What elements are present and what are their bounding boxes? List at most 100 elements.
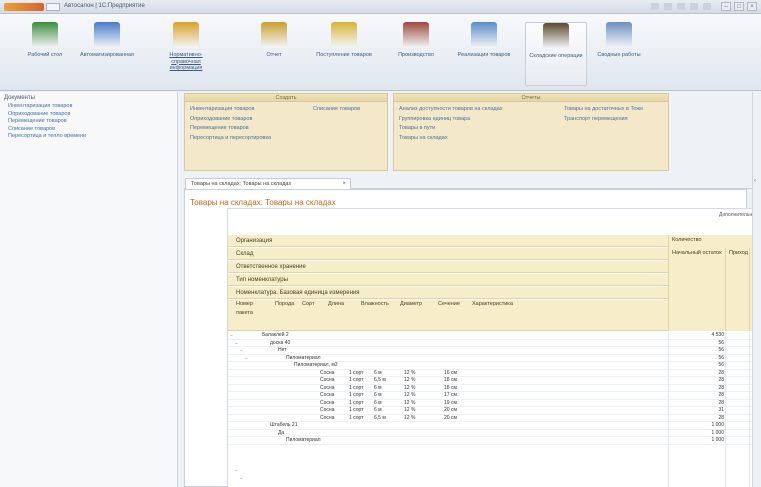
row-quantity: 28 bbox=[718, 399, 724, 406]
create-panel: Создать Инвентаризация товаров Оприходов… bbox=[184, 93, 388, 171]
collapse-icon[interactable]: − bbox=[240, 476, 243, 482]
tab-label: Товары на складах: Товары на складах bbox=[191, 181, 292, 187]
report-header: Организация Склад Ответственное хранение Ти… bbox=[228, 235, 761, 331]
report-spreadsheet[interactable]: Дополнительно Организация Склад Ответствен… bbox=[227, 208, 761, 487]
group-row[interactable]: Пиломатериал 1 000 bbox=[228, 437, 761, 445]
report-content: Товары на складах: Товары на складах Доп… bbox=[184, 189, 761, 487]
purchases-icon bbox=[94, 22, 120, 48]
create-link[interactable]: Перемещение товаров bbox=[190, 124, 271, 134]
create-link[interactable]: Списание товаров bbox=[313, 105, 360, 115]
table-cell: 19 см bbox=[444, 399, 457, 406]
row-quantity: 56 bbox=[718, 362, 724, 368]
group-row[interactable]: Да 1 000 bbox=[228, 430, 761, 437]
settings-label[interactable]: Дополнительно bbox=[719, 212, 755, 218]
quantity-header: Количество bbox=[668, 235, 761, 248]
table-row[interactable]: Сосна 1 сорт 6,5 м 12 % 20 см 28 bbox=[228, 414, 761, 422]
header-row: Ответственное хранение bbox=[228, 261, 668, 273]
ribbon-button-production[interactable]: Производство bbox=[385, 22, 447, 86]
minimize-icon[interactable]: – bbox=[721, 2, 731, 11]
row-quantity: 4 530 bbox=[711, 332, 724, 338]
chevron-left-icon[interactable]: ‹ bbox=[754, 178, 760, 188]
ribbon-button-ref[interactable]: Нормативно-справочная информация bbox=[155, 22, 217, 86]
table-row[interactable]: Сосна 1 сорт 6 м 12 % 18 см 28 bbox=[228, 384, 761, 392]
ribbon-button-warehouse[interactable]: Складские операции bbox=[525, 22, 587, 86]
header-row: Тип номенклатуры bbox=[228, 274, 668, 286]
report-link[interactable]: Товары на достаточных в Тоже bbox=[564, 105, 643, 115]
table-cell: 12 % bbox=[404, 384, 416, 391]
row-quantity: 28 bbox=[718, 392, 724, 398]
table-cell: 12 % bbox=[404, 369, 416, 376]
maximize-icon[interactable]: □ bbox=[734, 2, 744, 11]
table-cell: 12 % bbox=[404, 377, 416, 383]
close-icon[interactable]: × bbox=[747, 2, 757, 11]
ribbon-button-sales[interactable]: Отчет bbox=[243, 22, 305, 86]
group-row[interactable]: Нет 56 bbox=[228, 347, 761, 355]
table-cell: 20 см bbox=[444, 407, 457, 413]
desktop-icon bbox=[32, 22, 58, 48]
tool-icon[interactable] bbox=[703, 3, 711, 10]
tool-icon[interactable] bbox=[651, 3, 659, 10]
group-row[interactable]: Пиломатериал, м3 56 bbox=[228, 362, 761, 370]
table-cell: 17 см bbox=[444, 392, 457, 398]
group-label: доска 40 bbox=[270, 339, 291, 346]
table-cell: 6 м bbox=[374, 369, 382, 376]
tool-icon[interactable] bbox=[664, 3, 672, 10]
report-link[interactable]: Анализ доступности товаров на складах bbox=[399, 105, 503, 115]
sidebar-item-inventory[interactable]: Инвентаризация товаров bbox=[4, 103, 173, 111]
sales-icon bbox=[261, 22, 287, 48]
table-cell: 12 % bbox=[404, 407, 416, 413]
ribbon-button-desktop[interactable]: Рабочий стол bbox=[14, 22, 76, 86]
table-cell: 16 см bbox=[444, 369, 457, 376]
table-row[interactable]: Сосна 1 сорт 6,5 м 12 % 18 см 28 bbox=[228, 377, 761, 385]
row-quantity: 56 bbox=[718, 354, 724, 361]
main-area: Создать Инвентаризация товаров Оприходов… bbox=[179, 92, 761, 487]
table-row[interactable]: Сосна 1 сорт 6 м 12 % 19 см 28 bbox=[228, 399, 761, 407]
tab-report[interactable]: Товары на складах: Товары на складах × bbox=[185, 178, 351, 189]
tool-icon[interactable] bbox=[677, 3, 685, 10]
production-icon bbox=[403, 22, 429, 48]
table-row[interactable]: Сосна 1 сорт 6 м 12 % 16 см 28 bbox=[228, 369, 761, 377]
row-quantity: 28 bbox=[718, 369, 724, 376]
sidebar-item-transfer[interactable]: Перемещение товаров bbox=[4, 118, 173, 126]
create-link[interactable]: Инвентаризация товаров bbox=[190, 105, 271, 115]
table-row[interactable]: Сосна 1 сорт 6 м 12 % 20 см 31 bbox=[228, 407, 761, 415]
quick-access-icon[interactable] bbox=[46, 3, 60, 11]
close-icon[interactable]: × bbox=[342, 179, 346, 189]
column-header: Номер пакета bbox=[236, 301, 253, 316]
header-row: Номенклатура. Базовая единица измерения bbox=[228, 287, 668, 299]
report-link[interactable]: Товары на складах bbox=[399, 134, 503, 144]
reports-panel: Отчеты Анализ доступности товаров на скл… bbox=[393, 93, 669, 171]
report-link[interactable]: Товары в пути bbox=[399, 124, 503, 134]
sidebar-item-regrading[interactable]: Пересортица и тепло времени bbox=[4, 133, 173, 141]
table-cell: 20 см bbox=[444, 414, 457, 421]
title-bar: Автосалон | 1С:Предприятие – □ × bbox=[0, 0, 761, 14]
sidebar-item-writeoff[interactable]: Списание товаров bbox=[4, 126, 173, 134]
report-rows: Балаклей 24 530 доска 40 56 Нет 56 Пиломатери… bbox=[228, 332, 761, 445]
sidebar-item-posting[interactable]: Оприходование товаров bbox=[4, 111, 173, 119]
row-quantity: 1 000 bbox=[711, 422, 724, 428]
ribbon-button-realization[interactable]: Реализация товаров bbox=[453, 22, 515, 86]
create-link[interactable]: Оприходование товаров bbox=[190, 115, 271, 125]
tool-icon[interactable] bbox=[690, 3, 698, 10]
report-link[interactable]: Транспорт перемещения bbox=[564, 115, 643, 125]
column-header: Влажность bbox=[361, 301, 389, 307]
table-cell: 6 м bbox=[374, 407, 382, 413]
table-row[interactable]: Сосна 1 сорт 6 м 12 % 17 см 28 bbox=[228, 392, 761, 400]
report-link[interactable]: Группировка единиц товара bbox=[399, 115, 503, 125]
report-title: Товары на складах: Товары на складах bbox=[190, 198, 336, 207]
ribbon-button-purchases[interactable]: Автоматизированная bbox=[76, 22, 138, 86]
collapse-icon[interactable]: − bbox=[235, 468, 238, 474]
group-row[interactable]: Балаклей 2 4 530 bbox=[228, 332, 761, 340]
app-logo-icon[interactable] bbox=[4, 3, 44, 11]
ribbon-button-reports[interactable]: Сводные работы bbox=[588, 22, 650, 86]
table-cell: Сосна bbox=[320, 399, 335, 406]
group-row[interactable]: доска 40 56 bbox=[228, 339, 761, 347]
group-row[interactable]: Пиломатериал 56 bbox=[228, 354, 761, 362]
warehouse-icon bbox=[543, 23, 569, 49]
create-link[interactable]: Пересортица и пересортировка bbox=[190, 134, 271, 144]
column-divider bbox=[668, 332, 669, 487]
right-scrollbar[interactable]: ‹ bbox=[752, 92, 761, 487]
group-row[interactable]: Штабель 21 1 000 bbox=[228, 422, 761, 430]
ribbon: Рабочий стол Автоматизированная Нормативно… bbox=[0, 14, 761, 91]
ribbon-button-receipts[interactable]: Поступление товаров bbox=[313, 22, 375, 86]
